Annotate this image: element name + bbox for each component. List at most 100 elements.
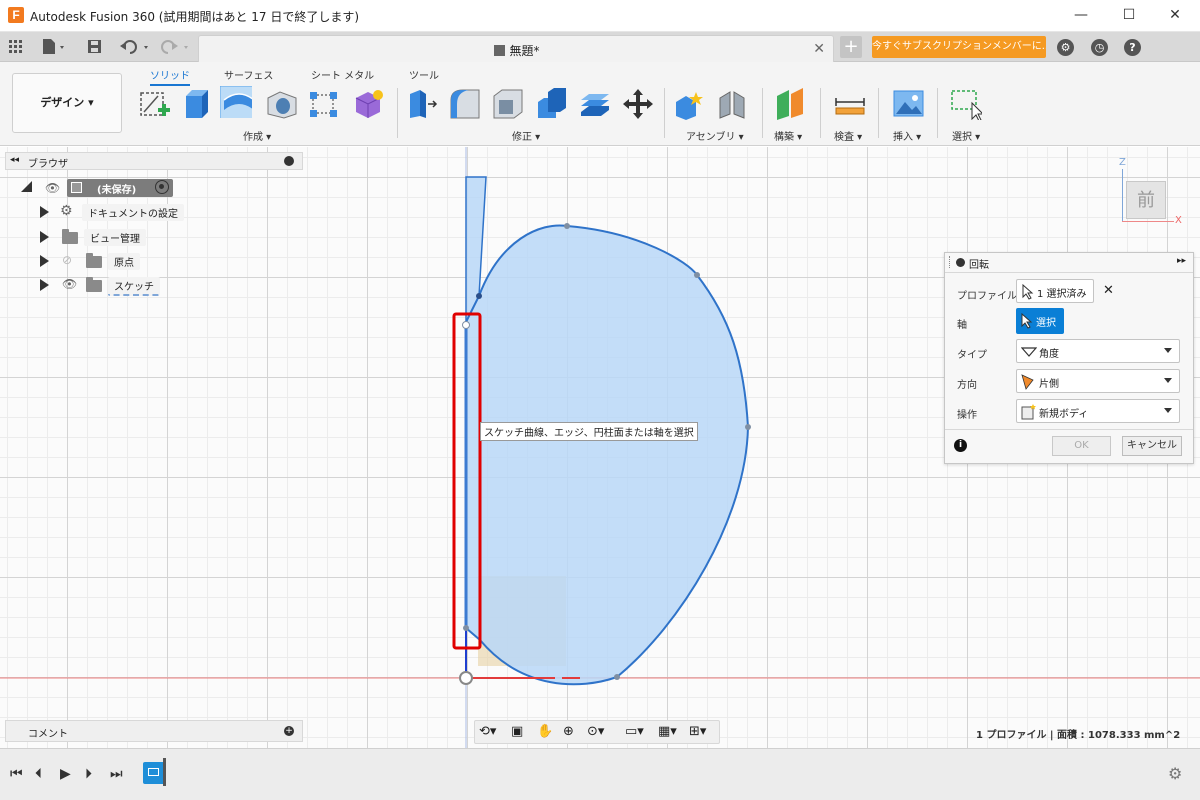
timeline-start-icon[interactable]: ⏮ xyxy=(10,766,23,782)
profile-select-button[interactable]: 1 選択済み xyxy=(1016,279,1094,303)
revolve-profile[interactable] xyxy=(465,224,750,686)
hidden-eye-icon[interactable]: ⊘ xyxy=(62,253,72,267)
view-cube-front-face[interactable]: 前 xyxy=(1126,181,1166,219)
group-create-label[interactable]: 作成 ▾ xyxy=(243,128,271,143)
group-assemble-label[interactable]: アセンブリ ▾ xyxy=(686,128,744,143)
extrude-icon[interactable] xyxy=(180,88,212,120)
expand-icon[interactable] xyxy=(40,206,49,218)
save-icon[interactable] xyxy=(88,40,102,54)
pan-hand-icon[interactable]: ✋ xyxy=(537,724,553,739)
file-menu-icon[interactable] xyxy=(42,39,70,55)
timeline-marker[interactable] xyxy=(163,758,166,786)
select-icon[interactable] xyxy=(950,88,982,120)
tab-sheet-metal[interactable]: シート メタル xyxy=(311,67,374,82)
origin-point[interactable] xyxy=(459,671,473,685)
browser-item-origin[interactable]: ⊘ 原点 xyxy=(40,252,280,272)
subscription-button[interactable]: 今すぐサブスクリプションメンバーに... xyxy=(872,36,1046,58)
job-status-icon[interactable]: ⚙ xyxy=(1057,39,1074,56)
help-icon[interactable]: ? xyxy=(1124,39,1141,56)
view-cube[interactable]: Z X 前 xyxy=(1117,157,1187,227)
zoom-icon[interactable]: ⊕ xyxy=(563,724,574,739)
combine-icon[interactable] xyxy=(536,88,568,120)
expand-icon[interactable] xyxy=(40,279,49,291)
timeline-end-icon[interactable]: ⏭ xyxy=(110,766,123,782)
measure-icon[interactable] xyxy=(834,88,866,120)
group-modify-label[interactable]: 修正 ▾ xyxy=(512,128,540,143)
orbit-icon[interactable]: ⟲▾ xyxy=(479,724,496,739)
close-tab-button[interactable]: ✕ xyxy=(813,41,825,57)
timeline-play-icon[interactable]: ▶ xyxy=(60,766,71,782)
operation-dropdown[interactable]: 新規ボディ xyxy=(1016,399,1180,423)
fillet-icon[interactable] xyxy=(449,88,481,120)
browser-panel-header[interactable]: ◂◂ ブラウザ xyxy=(5,152,303,170)
offset-face-icon[interactable] xyxy=(579,88,611,120)
group-insert-label[interactable]: 挿入 ▾ xyxy=(893,128,921,143)
group-select-label[interactable]: 選択 ▾ xyxy=(952,128,980,143)
timeline-settings-gear-icon[interactable]: ⚙ xyxy=(1168,764,1182,783)
expand-icon[interactable] xyxy=(40,255,49,267)
press-pull-icon[interactable] xyxy=(406,88,438,120)
close-window-button[interactable]: ✕ xyxy=(1152,0,1198,32)
minimize-button[interactable]: — xyxy=(1058,0,1104,32)
look-at-icon[interactable]: ▣ xyxy=(511,724,523,739)
revolve-dialog-header[interactable]: 回転 ▸▸ xyxy=(945,253,1193,273)
timeline-sketch-feature[interactable] xyxy=(143,762,165,784)
toolbar-ribbon: デザイン ▾ ソリッド サーフェス シート メタル ツール 作成 ▾ 修正 ▾ xyxy=(0,62,1200,146)
redo-icon[interactable] xyxy=(160,39,192,55)
add-comment-icon[interactable]: + xyxy=(284,726,294,736)
axis-select-button[interactable]: 選択 xyxy=(1016,308,1064,334)
undo-icon[interactable] xyxy=(120,39,152,55)
shell-icon[interactable] xyxy=(492,88,524,120)
joint-icon[interactable] xyxy=(716,88,748,120)
browser-item-sketches[interactable]: 👁 スケッチ xyxy=(40,276,280,296)
viewports-icon[interactable]: ⊞▾ xyxy=(689,724,706,739)
tab-solid[interactable]: ソリッド xyxy=(150,67,190,86)
expand-icon[interactable] xyxy=(21,181,32,192)
browser-collapse-icon[interactable] xyxy=(284,156,294,166)
comments-panel-header[interactable]: コメント + xyxy=(5,720,303,742)
create-form-icon[interactable] xyxy=(352,88,384,120)
new-tab-button[interactable]: + xyxy=(840,36,862,58)
visibility-eye-icon[interactable]: 👁 xyxy=(62,277,77,291)
browser-root-item[interactable]: 👁 (未保存) xyxy=(21,178,281,198)
display-settings-icon[interactable]: ▭▾ xyxy=(625,724,644,739)
visibility-eye-icon[interactable]: 👁 xyxy=(45,181,60,195)
collapse-dialog-icon[interactable] xyxy=(956,258,965,267)
grid-settings-icon[interactable]: ▦▾ xyxy=(658,724,677,739)
activate-radio-icon[interactable] xyxy=(155,180,169,194)
revolve-icon[interactable] xyxy=(220,86,252,118)
offset-plane-icon[interactable] xyxy=(775,88,807,120)
create-sketch-icon[interactable] xyxy=(138,88,170,120)
expand-icon[interactable] xyxy=(40,231,49,243)
type-dropdown[interactable]: 角度 xyxy=(1016,339,1180,363)
collapse-browser-icon[interactable]: ◂◂ xyxy=(10,155,19,165)
drag-handle-icon[interactable] xyxy=(949,256,951,268)
tab-surface[interactable]: サーフェス xyxy=(224,67,273,82)
zoom-window-icon[interactable]: ⊙▾ xyxy=(587,724,604,739)
timeline-step-forward-icon[interactable]: ⏵ xyxy=(85,766,92,782)
ok-button[interactable]: OK xyxy=(1052,436,1111,456)
clear-selection-icon[interactable]: ✕ xyxy=(1103,283,1114,298)
maximize-button[interactable]: ☐ xyxy=(1106,0,1152,32)
hole-icon[interactable] xyxy=(266,88,298,120)
info-icon[interactable]: i xyxy=(954,439,967,452)
browser-item-named-views[interactable]: ビュー管理 xyxy=(40,228,280,248)
insert-image-icon[interactable] xyxy=(893,88,925,120)
document-tab[interactable]: 無題* ✕ xyxy=(198,35,834,62)
cancel-button[interactable]: キャンセル xyxy=(1122,436,1182,456)
browser-item-document-settings[interactable]: ⚙ ドキュメントの設定 xyxy=(40,203,280,223)
data-panel-grid-icon[interactable] xyxy=(9,40,23,54)
sketch-point-open[interactable] xyxy=(462,321,470,329)
group-inspect-label[interactable]: 検査 ▾ xyxy=(834,128,862,143)
tab-tools[interactable]: ツール xyxy=(409,67,439,82)
workspace-switcher[interactable]: デザイン ▾ xyxy=(12,73,122,133)
view-cube-x-label: X xyxy=(1175,215,1182,226)
new-component-icon[interactable] xyxy=(674,88,706,120)
notifications-clock-icon[interactable]: ◷ xyxy=(1091,39,1108,56)
group-construct-label[interactable]: 構築 ▾ xyxy=(774,128,802,143)
move-copy-icon[interactable] xyxy=(622,88,654,120)
pattern-icon[interactable] xyxy=(308,88,340,120)
timeline-step-back-icon[interactable]: ⏴ xyxy=(35,766,42,782)
direction-dropdown[interactable]: 片側 xyxy=(1016,369,1180,393)
expand-dialog-icon[interactable]: ▸▸ xyxy=(1177,256,1186,266)
